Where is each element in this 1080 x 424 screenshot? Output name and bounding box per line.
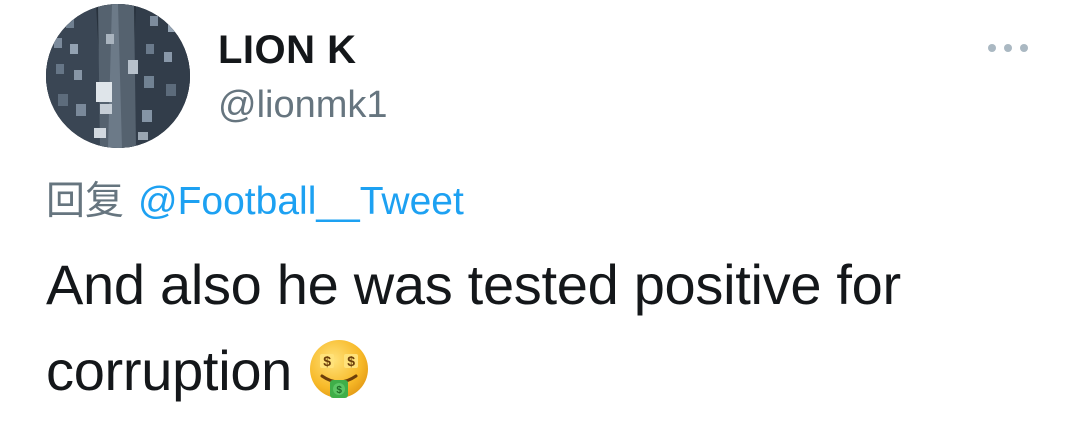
tweet-text: And also he was tested positive for corr… [46, 253, 901, 402]
avatar[interactable] [46, 4, 190, 148]
tweet-card: LION K @lionmk1 回复 @Football__Tweet And a… [0, 0, 1080, 408]
reply-to-link[interactable]: @Football__Tweet [138, 180, 464, 223]
more-options-icon[interactable] [986, 38, 1030, 58]
svg-text:$: $ [336, 385, 342, 396]
tweet-body: And also he was tested positive for corr… [46, 242, 1046, 414]
reply-prefix-label: 回复 [46, 180, 125, 223]
display-name[interactable]: LION K [218, 28, 357, 73]
svg-text:$: $ [347, 353, 355, 369]
reply-context: 回复 @Football__Tweet [46, 170, 464, 226]
user-handle[interactable]: @lionmk1 [218, 84, 388, 127]
money-mouth-face-icon: $ $ $ [308, 338, 370, 400]
avatar-city-street-image [46, 4, 190, 148]
svg-text:$: $ [323, 353, 331, 369]
